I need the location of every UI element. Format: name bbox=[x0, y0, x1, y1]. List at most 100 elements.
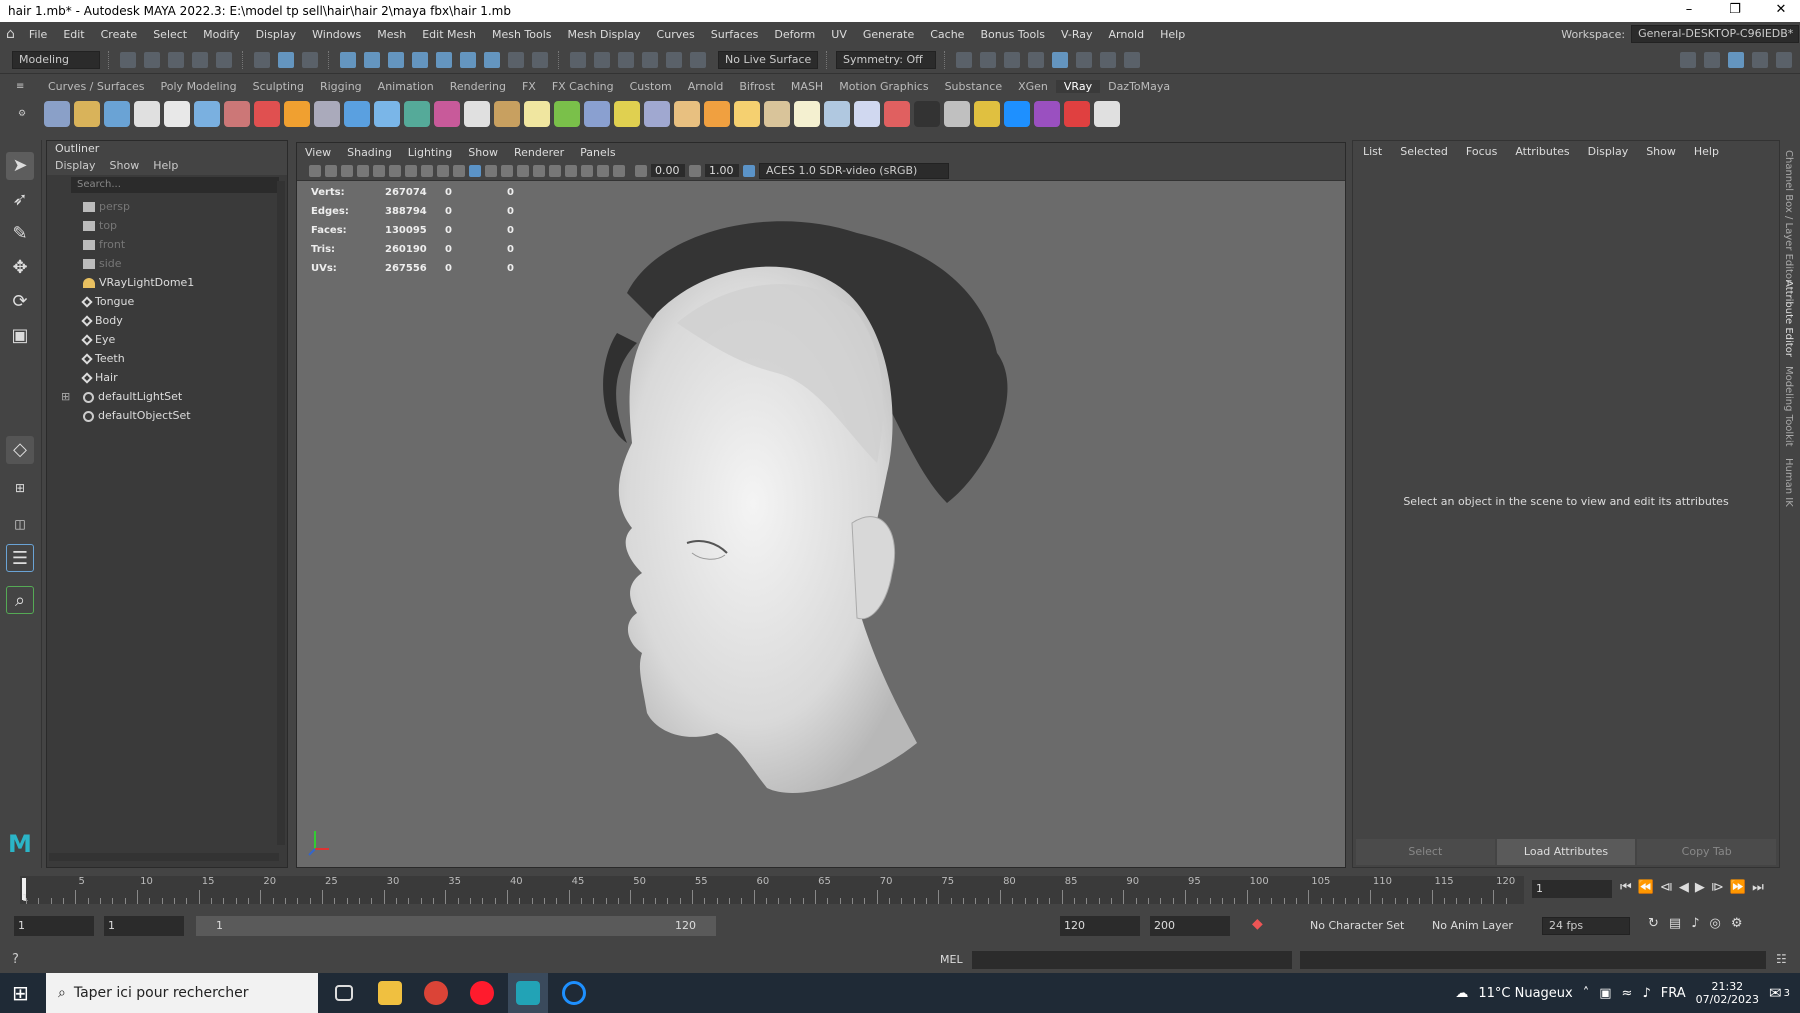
home-icon[interactable]: ⌂ bbox=[6, 26, 15, 42]
taskbar-search[interactable]: ⌕ Taper ici pour rechercher bbox=[46, 973, 318, 1013]
shelf-tool-icon[interactable] bbox=[434, 101, 460, 127]
network-icon[interactable]: ▣ bbox=[1599, 986, 1611, 1001]
range-slider-bar[interactable]: 1 120 bbox=[196, 916, 716, 936]
menu-item-edit[interactable]: Edit bbox=[55, 28, 92, 41]
menu-item-display[interactable]: Display bbox=[248, 28, 305, 41]
shelf-tool-icon[interactable] bbox=[554, 101, 580, 127]
modeling-toolkit-icon[interactable] bbox=[1704, 51, 1720, 68]
shelf-tool-icon[interactable] bbox=[164, 101, 190, 127]
menu-item-mesh-tools[interactable]: Mesh Tools bbox=[484, 28, 560, 41]
script-language-label[interactable]: MEL bbox=[940, 953, 963, 966]
shelf-tool-icon[interactable] bbox=[854, 101, 880, 127]
outliner-item-defaultlightset[interactable]: ⊞ defaultLightSet bbox=[47, 387, 287, 406]
shelf-tool-icon[interactable] bbox=[524, 101, 550, 127]
cortana-icon[interactable] bbox=[554, 973, 594, 1013]
shelf-tool-icon[interactable] bbox=[1094, 101, 1120, 127]
shelf-tool-icon[interactable] bbox=[374, 101, 400, 127]
time-ruler[interactable]: 1 51015202530354045505560657075808590951… bbox=[20, 876, 1524, 904]
shelf-tool-icon[interactable] bbox=[764, 101, 790, 127]
menu-item-uv[interactable]: UV bbox=[823, 28, 855, 41]
shelf-options-icon[interactable]: ⚙ bbox=[18, 109, 26, 119]
menu-item-windows[interactable]: Windows bbox=[304, 28, 369, 41]
shelf-tool-icon[interactable] bbox=[254, 101, 280, 127]
shelf-tool-icon[interactable] bbox=[614, 101, 640, 127]
side-tab-channel-box-layer-editor[interactable]: Channel Box / Layer Editor bbox=[1783, 150, 1794, 283]
vray-render-icon[interactable] bbox=[1076, 51, 1092, 68]
animation-prefs-icon[interactable]: ⚙ bbox=[1731, 916, 1743, 931]
outliner-item-teeth[interactable]: Teeth bbox=[47, 349, 287, 368]
select-component-icon[interactable] bbox=[302, 51, 318, 68]
shelf-tab-fx-caching[interactable]: FX Caching bbox=[544, 80, 622, 93]
current-frame-field[interactable]: 1 bbox=[1532, 880, 1612, 898]
script-editor-icon[interactable]: ☷ bbox=[1776, 952, 1787, 966]
shelf-tab-mash[interactable]: MASH bbox=[783, 80, 831, 93]
shelf-tab-fx[interactable]: FX bbox=[514, 80, 544, 93]
shelf-tool-icon[interactable] bbox=[344, 101, 370, 127]
side-tab-modeling-toolkit[interactable]: Modeling Toolkit bbox=[1783, 366, 1794, 447]
select-button[interactable]: Select bbox=[1356, 839, 1495, 865]
shelf-tab-vray[interactable]: VRay bbox=[1055, 79, 1101, 93]
arnold-render-icon[interactable] bbox=[1100, 51, 1116, 68]
shelf-tool-icon[interactable] bbox=[644, 101, 670, 127]
shelf-tool-icon[interactable] bbox=[584, 101, 610, 127]
render-frame-icon[interactable] bbox=[980, 51, 996, 68]
menu-item-modify[interactable]: Modify bbox=[195, 28, 247, 41]
shelf-tool-icon[interactable] bbox=[404, 101, 430, 127]
anim-layer-dropdown[interactable]: No Anim Layer bbox=[1432, 916, 1513, 936]
outliner-item-vraylightdome1[interactable]: VRayLightDome1 bbox=[47, 273, 287, 292]
mode-dropdown[interactable]: Modeling bbox=[12, 50, 100, 69]
select-object-icon[interactable] bbox=[278, 51, 294, 68]
menu-item-create[interactable]: Create bbox=[93, 28, 146, 41]
outliner-layout-icon[interactable]: ☰ bbox=[6, 544, 34, 572]
attr-menu-display[interactable]: Display bbox=[1588, 145, 1629, 158]
outliner-item-hair[interactable]: Hair bbox=[47, 368, 287, 387]
chrome-icon[interactable] bbox=[416, 973, 456, 1013]
outliner-menu-display[interactable]: Display bbox=[55, 157, 96, 175]
shelf-tab-rendering[interactable]: Rendering bbox=[442, 80, 514, 93]
tool-settings-icon[interactable] bbox=[1752, 51, 1768, 68]
shelf-tool-icon[interactable] bbox=[284, 101, 310, 127]
shelf-tab-bifrost[interactable]: Bifrost bbox=[731, 80, 783, 93]
render-view-icon[interactable] bbox=[956, 51, 972, 68]
shelf-tool-icon[interactable] bbox=[1034, 101, 1060, 127]
single-perspective-icon[interactable]: ◇ bbox=[6, 436, 34, 464]
select-hierarchy-icon[interactable] bbox=[254, 51, 270, 68]
menu-item-mesh[interactable]: Mesh bbox=[369, 28, 414, 41]
windows-start-icon[interactable]: ⊞ bbox=[12, 981, 29, 1005]
menu-item-surfaces[interactable]: Surfaces bbox=[703, 28, 767, 41]
viewport-panel[interactable]: View Shading Lighting Show Renderer Panels 0.… bbox=[296, 142, 1346, 868]
save-scene-icon[interactable] bbox=[168, 51, 184, 68]
chevron-up-icon[interactable]: ˄ bbox=[1583, 986, 1590, 1001]
output-ops-icon[interactable] bbox=[594, 51, 610, 68]
side-tab-attribute-editor[interactable]: Attribute Editor bbox=[1783, 280, 1794, 357]
shelf-tool-icon[interactable] bbox=[734, 101, 760, 127]
playback-start-field[interactable]: 1 bbox=[104, 916, 184, 936]
shelf-tab-poly-modeling[interactable]: Poly Modeling bbox=[153, 80, 245, 93]
snap-pivot-icon[interactable] bbox=[460, 51, 476, 68]
shelf-tool-icon[interactable] bbox=[44, 101, 70, 127]
select-tool-icon[interactable]: ➤ bbox=[6, 152, 34, 180]
shelf-tool-icon[interactable] bbox=[224, 101, 250, 127]
magnet-icon[interactable] bbox=[690, 51, 706, 68]
shelf-tool-icon[interactable] bbox=[824, 101, 850, 127]
menu-item-edit-mesh[interactable]: Edit Mesh bbox=[414, 28, 484, 41]
menu-item-file[interactable]: File bbox=[21, 28, 55, 41]
shelf-tool-icon[interactable] bbox=[464, 101, 490, 127]
shelf-tool-icon[interactable] bbox=[1004, 101, 1030, 127]
shelf-tab-custom[interactable]: Custom bbox=[622, 80, 680, 93]
shelf-tool-icon[interactable] bbox=[704, 101, 730, 127]
shelf-tab-arnold[interactable]: Arnold bbox=[680, 80, 732, 93]
channel-box-icon[interactable] bbox=[1776, 51, 1792, 68]
expand-icon[interactable]: ⊞ bbox=[61, 387, 70, 406]
input-ops-icon[interactable] bbox=[570, 51, 586, 68]
auto-key-icon[interactable]: ◆ bbox=[1252, 916, 1263, 932]
outliner-search-input[interactable]: Search... bbox=[71, 177, 279, 193]
search-icon[interactable]: ⌕ bbox=[6, 586, 34, 614]
snap-surface-icon[interactable] bbox=[436, 51, 452, 68]
step-forward-key-icon[interactable]: ⏩ bbox=[1730, 880, 1746, 895]
snap-point-icon[interactable] bbox=[388, 51, 404, 68]
attr-menu-help[interactable]: Help bbox=[1694, 145, 1719, 158]
outliner-item-defaultobjectset[interactable]: defaultObjectSet bbox=[47, 406, 287, 425]
task-view-icon[interactable] bbox=[324, 973, 364, 1013]
menu-item-mesh-display[interactable]: Mesh Display bbox=[560, 28, 649, 41]
